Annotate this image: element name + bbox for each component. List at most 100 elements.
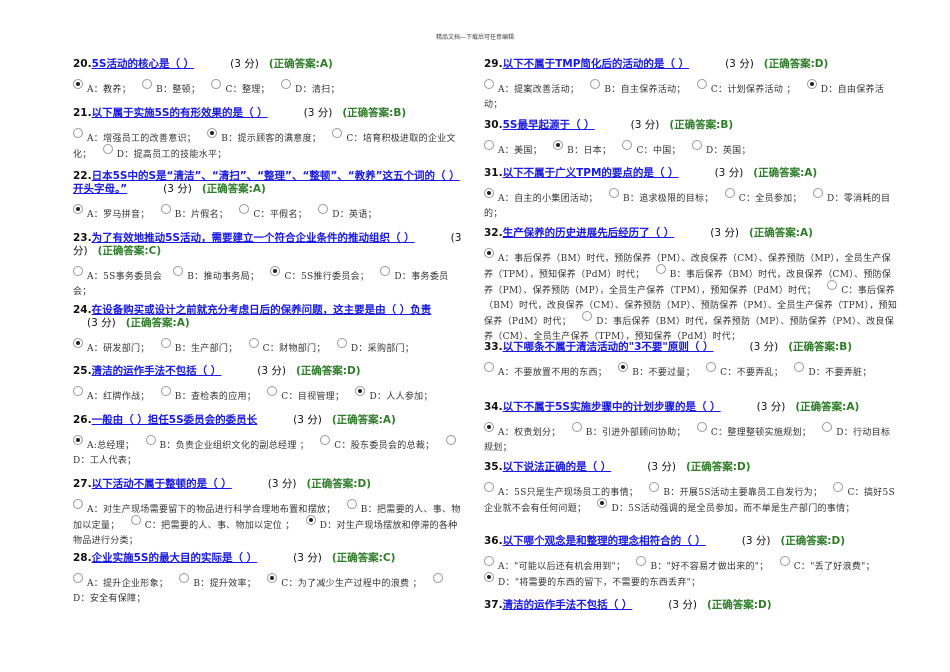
radio-button-icon[interactable] (73, 338, 83, 348)
radio-button-icon[interactable] (267, 573, 278, 583)
radio-button-icon[interactable] (336, 338, 347, 348)
option-c[interactable]: C：平假名； (239, 204, 307, 220)
option-a[interactable]: A：研发部门； (73, 338, 150, 354)
radio-button-icon[interactable] (484, 482, 494, 492)
option-b[interactable]: B："好不容易才做出来的"； (636, 556, 768, 572)
radio-button-icon[interactable] (73, 204, 83, 214)
question-link[interactable]: 企业实施5S的最大目的实际是（ ） (92, 552, 280, 564)
radio-button-icon[interactable] (142, 79, 153, 89)
radio-button-icon[interactable] (571, 422, 582, 432)
radio-button-icon[interactable] (484, 422, 494, 432)
option-b[interactable]: B：推动事务局； (173, 266, 259, 282)
radio-button-icon[interactable] (102, 144, 113, 154)
option-d[interactable]: D：采购部门； (336, 338, 414, 354)
question-link[interactable]: 日本5S中的S是“清洁”、“清扫”、“整理”、“整顿”、“教养”这五个词的（ ）… (73, 170, 460, 195)
option-c[interactable]: C：把需要的人、事、物加以定位 ； (130, 515, 295, 531)
option-d[interactable]: D：英语； (318, 204, 377, 220)
radio-button-icon[interactable] (73, 266, 83, 276)
question-link[interactable]: 5S活动的核心是（ ） (92, 58, 217, 70)
option-c[interactable]: C：整理整顿实施规划； (696, 422, 811, 438)
radio-button-icon[interactable] (73, 573, 83, 583)
option-d[interactable]: D：人人参加； (355, 386, 432, 402)
radio-button-icon[interactable] (806, 79, 817, 89)
option-a[interactable]: A:总经理； (73, 435, 134, 451)
option-b[interactable]: B：负责企业组织文化的副总经理 ； (145, 435, 310, 451)
radio-button-icon[interactable] (145, 435, 156, 445)
radio-button-icon[interactable] (696, 79, 707, 89)
radio-button-icon[interactable] (318, 204, 329, 214)
question-link[interactable]: 以下活动不属于整顿的是（ ） (92, 478, 254, 490)
radio-button-icon[interactable] (779, 556, 790, 566)
option-c[interactable]: C：财物部门； (248, 338, 326, 354)
radio-button-icon[interactable] (618, 362, 629, 372)
radio-button-icon[interactable] (270, 266, 281, 276)
radio-button-icon[interactable] (130, 515, 141, 525)
radio-button-icon[interactable] (248, 338, 259, 348)
option-c[interactable]: C：5S推行委员会； (270, 266, 369, 282)
radio-button-icon[interactable] (484, 79, 494, 89)
radio-button-icon[interactable] (622, 140, 633, 150)
option-c[interactable]: C：目视管理； (267, 386, 344, 402)
radio-button-icon[interactable] (590, 79, 601, 89)
radio-button-icon[interactable] (346, 499, 357, 509)
option-b[interactable]: B：查检表的应用； (160, 386, 256, 402)
option-c[interactable]: C：全员参加； (724, 188, 802, 204)
option-a[interactable]: A：提升企业形象； (73, 573, 168, 589)
radio-button-icon[interactable] (794, 362, 805, 372)
option-c[interactable]: C："丢了好浪费"； (779, 556, 875, 572)
question-link[interactable]: 清洁的运作手法不包括（ ） (503, 599, 655, 611)
option-b[interactable]: B：引进外部顾问协助； (571, 422, 686, 438)
option-b[interactable]: B：自主保养活动； (590, 79, 685, 95)
radio-button-icon[interactable] (608, 188, 619, 198)
option-b[interactable]: B：整顿； (142, 79, 200, 95)
radio-button-icon[interactable] (380, 266, 391, 276)
question-link[interactable]: 以下不属于5S实施步骤中的计划步骤的是（ ） (503, 401, 743, 413)
question-link[interactable]: 生产保养的历史进展先后经历了（ ） (503, 227, 697, 239)
option-a[interactable]: A：权责划分； (484, 422, 561, 438)
radio-button-icon[interactable] (484, 248, 494, 258)
option-c[interactable]: C：股东委员会的总裁； (320, 435, 434, 451)
option-d[interactable]: D：5S活动强调的是全员参加，而不单是生产部门的事情； (597, 498, 854, 514)
radio-button-icon[interactable] (320, 435, 331, 445)
option-b[interactable]: B：片假名； (160, 204, 228, 220)
radio-button-icon[interactable] (445, 435, 456, 445)
option-d[interactable]: D：英国； (692, 140, 751, 156)
radio-button-icon[interactable] (207, 128, 218, 138)
radio-button-icon[interactable] (484, 140, 494, 150)
radio-button-icon[interactable] (160, 338, 171, 348)
radio-button-icon[interactable] (173, 266, 184, 276)
question-link[interactable]: 一般由（ ）担任5S委员会的委员长 (92, 414, 280, 426)
radio-button-icon[interactable] (553, 140, 564, 150)
radio-button-icon[interactable] (706, 362, 717, 372)
radio-button-icon[interactable] (267, 386, 278, 396)
option-a[interactable]: A：5S事务委员会 (73, 266, 162, 282)
option-a[interactable]: A：自主的小集团活动； (484, 188, 598, 204)
radio-button-icon[interactable] (73, 79, 83, 89)
option-a[interactable]: A：红牌作战； (73, 386, 150, 402)
radio-button-icon[interactable] (822, 422, 833, 432)
question-link[interactable]: 以下属于实施5S的有形效果的是（ ） (92, 107, 290, 119)
radio-button-icon[interactable] (73, 386, 83, 396)
radio-button-icon[interactable] (833, 482, 844, 492)
radio-button-icon[interactable] (73, 499, 83, 509)
option-c[interactable]: C：整理； (211, 79, 270, 95)
question-link[interactable]: 以下不属于广义TPM的要点的是（ ） (503, 167, 701, 179)
option-a[interactable]: A：罗马拼音； (73, 204, 150, 220)
radio-button-icon[interactable] (211, 79, 222, 89)
radio-button-icon[interactable] (636, 556, 647, 566)
radio-button-icon[interactable] (582, 311, 593, 321)
option-a[interactable]: A："可能以后还有机会用到"； (484, 556, 625, 572)
radio-button-icon[interactable] (433, 573, 443, 583)
radio-button-icon[interactable] (484, 572, 494, 582)
radio-button-icon[interactable] (812, 188, 823, 198)
option-a[interactable]: A：美国； (484, 140, 542, 156)
option-d[interactable]: D：清扫； (281, 79, 340, 95)
option-a[interactable]: A：不要放置不用的东西； (484, 362, 607, 378)
question-link[interactable]: 以下哪个观念是和整理的理念相符合的（ ） (503, 535, 728, 547)
option-b[interactable]: B：提示顾客的满意度； (207, 128, 321, 144)
option-a[interactable]: A：5S只是生产现场员工的事情； (484, 482, 638, 498)
question-link[interactable]: 以下哪条不属于清洁活动的"3不要"原则（ ） (503, 341, 736, 353)
option-b[interactable]: B：提升效率； (179, 573, 256, 589)
question-link[interactable]: 在设备购买或设计之前就充分考虑日后的保养问题，这主要是由（ ）负责 (92, 304, 454, 316)
option-b[interactable]: B：追求极限的目标； (608, 188, 714, 204)
